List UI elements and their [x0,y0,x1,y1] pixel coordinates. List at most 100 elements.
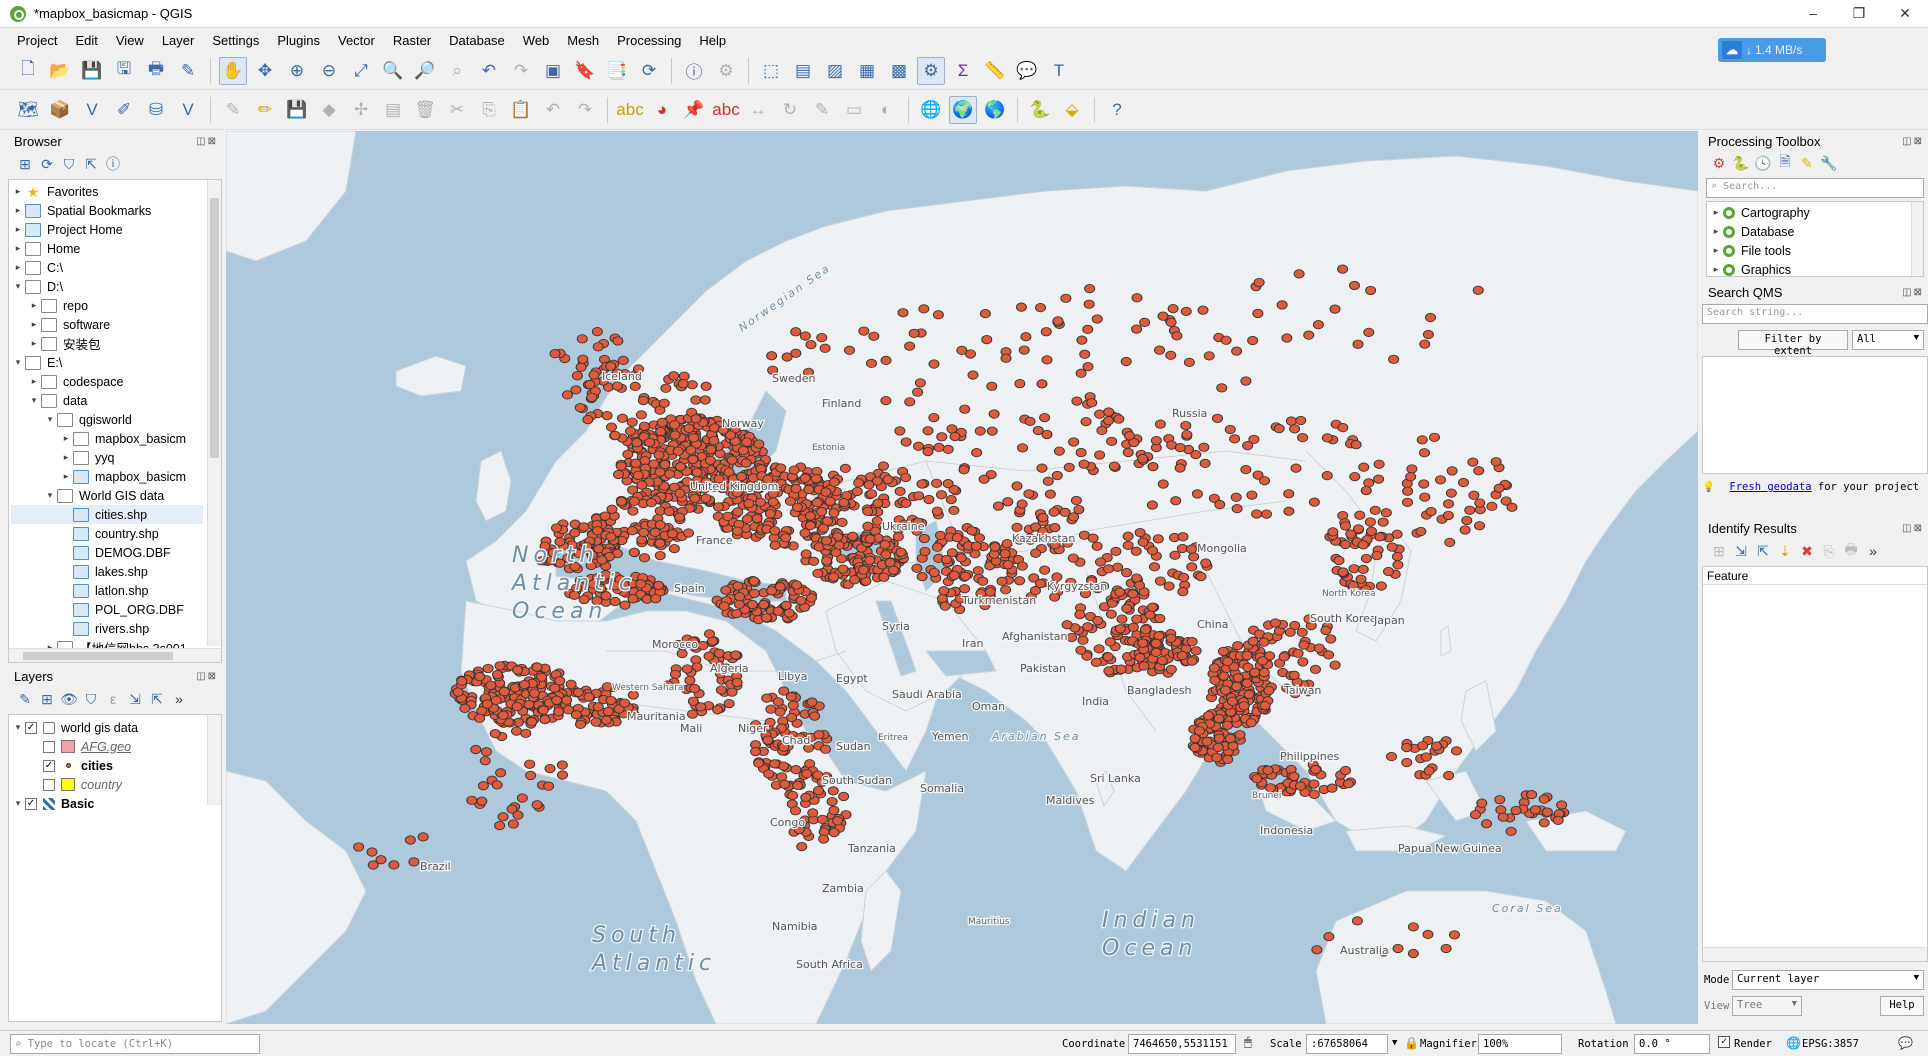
browser-item[interactable]: DEMOG.DBF [11,543,203,562]
clear-results-icon[interactable]: ✖ [1796,543,1818,560]
expander-icon[interactable]: ▾ [11,798,25,809]
new-map-view-icon[interactable]: ▣ [539,57,567,85]
zoom-selection-icon[interactable]: 🔍 [379,57,407,85]
zoom-last-icon[interactable]: ↶ [475,57,503,85]
browser-scrollbar[interactable] [207,180,221,646]
dock-buttons[interactable]: ◫⊠ [1902,287,1924,298]
refresh-icon[interactable]: ⟳ [36,156,58,173]
browser-item[interactable]: rivers.shp [11,619,203,638]
browser-item[interactable]: ▸ Home [11,239,203,258]
minimize-button[interactable]: – [1790,5,1836,22]
browser-item[interactable]: cities.shp [11,505,203,524]
menu-web[interactable]: Web [514,33,559,48]
rotate-label-icon[interactable]: ↻ [776,96,804,124]
layer-item[interactable]: ✓ cities [11,756,207,775]
layer-item[interactable]: ▾ ✓ world gis data [11,718,207,737]
statistics-icon[interactable]: Σ [949,57,977,85]
browser-item[interactable]: POL_ORG.DBF [11,600,203,619]
expander-icon[interactable]: ▸ [11,224,25,235]
zoom-native-icon[interactable]: ⌕ [443,57,471,85]
expander-icon[interactable]: ▸ [1709,207,1723,218]
browser-item[interactable]: ▸ codespace [11,372,203,391]
redo-icon[interactable]: ↷ [571,96,599,124]
menu-help[interactable]: Help [690,33,735,48]
map-themes-icon[interactable]: 👁 [58,691,80,708]
expander-icon[interactable]: ▾ [11,357,25,368]
expander-icon[interactable]: ▸ [1709,245,1723,256]
browser-item[interactable]: country.shp [11,524,203,543]
dock-buttons[interactable]: ◫⊠ [1902,136,1924,147]
text-annotation-icon[interactable]: T [1045,57,1073,85]
save-edits-icon[interactable]: 💾 [283,96,311,124]
browser-item[interactable]: ▾ World GIS data [11,486,203,505]
mode-select[interactable]: Current layer ▼ [1732,970,1924,990]
results-viewer-icon[interactable]: 🗎 [1774,151,1796,175]
models-icon[interactable]: ⚙ [1708,155,1730,172]
filter-legend-icon[interactable]: ⛉ [80,691,102,708]
show-hide-labels-icon[interactable]: abc [712,96,740,124]
expander-icon[interactable]: ▸ [1709,264,1723,275]
expander-icon[interactable]: ▾ [11,281,25,292]
expander-icon[interactable]: ▸ [11,186,25,197]
add-vector-icon[interactable]: V [78,96,106,124]
processing-provider-item[interactable]: ▸ Graphics [1709,260,1810,277]
menu-vector[interactable]: Vector [329,33,384,48]
expand-all-icon[interactable]: ⇲ [124,691,146,708]
expander-icon[interactable]: ▸ [27,319,41,330]
browser-hscrollbar[interactable] [9,648,221,662]
collapse-all-icon[interactable]: ⇱ [80,156,102,173]
menu-view[interactable]: View [107,33,153,48]
copy-icon[interactable]: ⎘ [475,96,503,124]
zoom-in-icon[interactable]: ⊕ [283,57,311,85]
menu-settings[interactable]: Settings [203,33,268,48]
menu-layer[interactable]: Layer [153,33,204,48]
menu-raster[interactable]: Raster [384,33,440,48]
messages-icon[interactable]: 💬 [1898,1036,1913,1050]
add-feature-icon[interactable]: ◆ [315,96,343,124]
pan-to-selection-icon[interactable]: ✥ [251,57,279,85]
identify-icon[interactable]: ⓘ [680,57,708,85]
new-bookmark-icon[interactable]: 🔖 [571,57,599,85]
browser-item[interactable]: ▸ Project Home [11,220,203,239]
undo-icon[interactable]: ↶ [539,96,567,124]
filter-icon[interactable]: ⛉ [58,156,80,173]
menu-project[interactable]: Project [8,33,66,48]
layer-item[interactable]: ▾ ✓ Basic [11,794,207,813]
scale-dropdown-icon[interactable]: ▼ [1392,1038,1397,1048]
browser-item[interactable]: ▾ qgisworld [11,410,203,429]
menu-edit[interactable]: Edit [66,33,106,48]
layer-visibility-checkbox[interactable] [43,778,55,791]
osm-tools-icon[interactable]: 🌎 [981,96,1009,124]
coordinate-field[interactable]: 7464650,5531151 [1128,1034,1236,1054]
browser-item[interactable]: ▸ repo [11,296,203,315]
browser-item[interactable]: lakes.shp [11,562,203,581]
layer-visibility-checkbox[interactable] [43,740,55,753]
processing-search-input[interactable]: ⌕ Search... [1706,178,1924,198]
options-icon[interactable]: 🔧 [1818,155,1840,172]
crs-label[interactable]: EPSG:3857 [1802,1038,1859,1050]
scripts-icon[interactable]: 🐍 [1730,155,1752,172]
layer-visibility-checkbox[interactable]: ✓ [43,759,55,772]
attribute-table-icon[interactable]: ▦ [853,57,881,85]
close-button[interactable]: ✕ [1882,5,1928,22]
zoom-out-icon[interactable]: ⊖ [315,57,343,85]
change-label-icon[interactable]: ✎ [808,96,836,124]
label-props-icon[interactable]: ▭ [840,96,868,124]
measure-icon[interactable]: 📏 [981,57,1009,85]
diagram-icon[interactable]: ◕ [648,96,676,124]
expander-icon[interactable]: ▾ [11,722,25,733]
fresh-geodata-link[interactable]: Fresh geodata [1729,481,1811,493]
maximize-button[interactable]: ❐ [1836,5,1882,22]
collapse-tree-icon[interactable]: ⇱ [1752,543,1774,560]
browser-item[interactable]: ▸ ★ Favorites [11,182,203,201]
expander-icon[interactable]: ▸ [11,243,25,254]
menu-mesh[interactable]: Mesh [558,33,608,48]
zoom-layer-icon[interactable]: 🔎 [411,57,439,85]
collapse-all-icon[interactable]: ⇱ [146,691,168,708]
refresh-icon[interactable]: ⟳ [635,57,663,85]
expand-new-icon[interactable]: ⇣ [1774,543,1796,560]
browser-item[interactable]: ▸ Spatial Bookmarks [11,201,203,220]
quickmapservices-icon[interactable]: 🌐 [917,96,945,124]
menu-database[interactable]: Database [440,33,514,48]
dock-buttons[interactable]: ◫⊠ [1902,523,1924,534]
